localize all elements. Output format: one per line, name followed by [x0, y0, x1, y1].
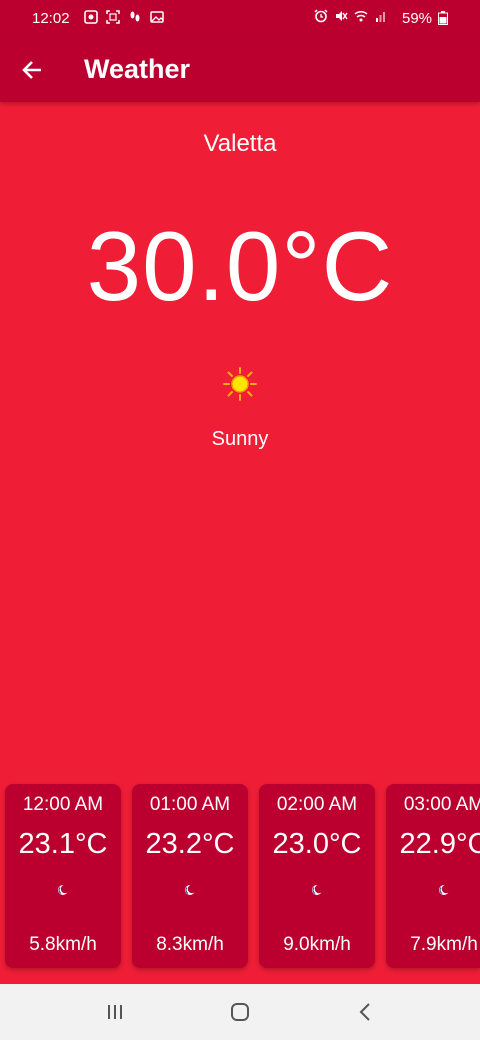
status-left-icons: [84, 10, 164, 24]
hour-temperature: 23.1°C: [18, 828, 108, 860]
app-bar: Weather: [0, 38, 480, 102]
status-right-icons: [314, 9, 388, 23]
screenshot-icon: [106, 10, 120, 24]
back-icon: [359, 1003, 370, 1021]
recent-apps-icon: [108, 1005, 122, 1019]
weather-condition: Sunny: [211, 428, 269, 450]
notification-icon: [84, 10, 98, 24]
hour-temperature: 23.2°C: [145, 828, 235, 860]
moon-icon: [439, 884, 450, 895]
alarm-icon: [314, 9, 328, 23]
status-time: 12:02: [32, 10, 70, 27]
hour-time: 03:00 AM: [403, 794, 480, 815]
battery-percent: 59%: [402, 10, 433, 27]
hour-temperature: 23.0°C: [272, 828, 362, 860]
hour-time: 02:00 AM: [276, 794, 358, 815]
hour-wind-speed: 8.3km/h: [156, 934, 224, 955]
hour-time: 01:00 AM: [149, 794, 231, 815]
weather-screen: 12:02 59% Weather Valetta 30.0°C Sunny 1…: [0, 0, 480, 1040]
recent-apps-button[interactable]: [101, 998, 129, 1026]
wifi-icon: [354, 10, 368, 22]
mute-icon: [336, 11, 348, 21]
system-nav-bar: [0, 984, 480, 1040]
battery-icon: [438, 11, 448, 25]
hourly-card[interactable]: 12:00 AM 23.1°C 5.8km/h: [5, 784, 121, 968]
gallery-icon: [150, 11, 164, 23]
home-icon: [231, 1003, 249, 1021]
city-name: Valetta: [203, 130, 277, 157]
hour-temperature: 22.9°C: [399, 828, 480, 860]
steps-icon: [130, 11, 140, 22]
hour-wind-speed: 7.9km/h: [410, 934, 478, 955]
moon-icon: [185, 884, 196, 895]
system-back-button[interactable]: [351, 998, 379, 1026]
signal-icon: [376, 12, 385, 22]
arrow-back-icon: [22, 61, 41, 79]
home-button[interactable]: [226, 998, 254, 1026]
page-title: Weather: [84, 54, 191, 84]
hourly-card[interactable]: 02:00 AM 23.0°C 9.0km/h: [259, 784, 375, 968]
sun-icon: [223, 367, 257, 401]
back-button[interactable]: [16, 54, 48, 86]
moon-icon: [58, 884, 69, 895]
status-bar: 12:02 59%: [0, 0, 480, 38]
hourly-forecast-list[interactable]: 12:00 AM 23.1°C 5.8km/h 01:00 AM 23.2°C …: [0, 784, 480, 970]
hour-time: 12:00 AM: [22, 794, 104, 815]
hour-wind-speed: 5.8km/h: [29, 934, 97, 955]
current-temperature: 30.0°C: [86, 211, 394, 321]
hourly-card[interactable]: 01:00 AM 23.2°C 8.3km/h: [132, 784, 248, 968]
hourly-card[interactable]: 03:00 AM 22.9°C 7.9km/h: [386, 784, 480, 968]
moon-icon: [312, 884, 323, 895]
hour-wind-speed: 9.0km/h: [283, 934, 351, 955]
